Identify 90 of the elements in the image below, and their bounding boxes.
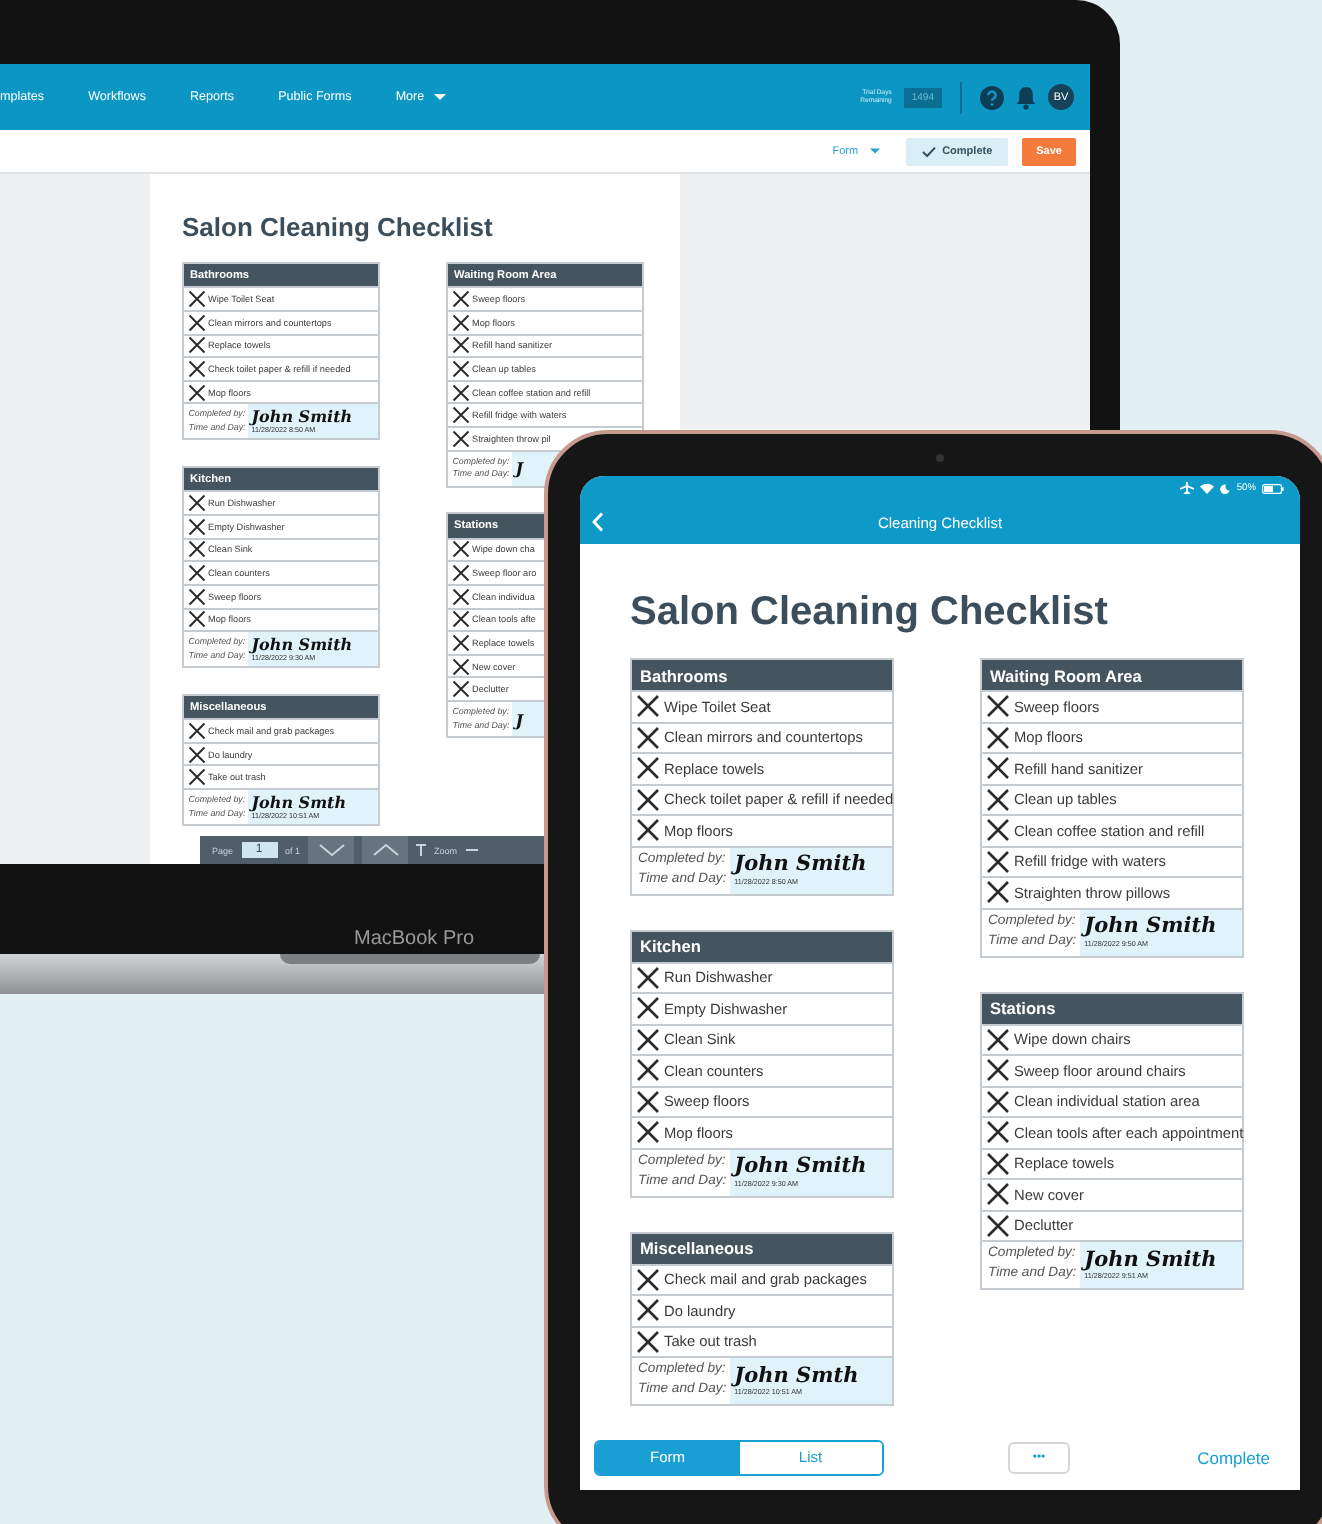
section-header: Waiting Room Area	[982, 660, 1242, 690]
form-title: Salon Cleaning Checklist	[182, 212, 495, 242]
signature: J	[515, 711, 526, 727]
checkbox[interactable]	[986, 1151, 1010, 1176]
next-page-button[interactable]	[308, 836, 355, 864]
checkbox[interactable]	[986, 880, 1010, 905]
checkbox[interactable]	[636, 694, 660, 719]
section-header: Miscellaneous	[632, 1233, 892, 1263]
checkbox[interactable]	[187, 383, 205, 402]
checkbox[interactable]	[451, 657, 469, 676]
checkbox[interactable]	[986, 1058, 1010, 1083]
signature: J	[515, 460, 526, 477]
checkbox[interactable]	[636, 1298, 660, 1323]
checkbox[interactable]	[636, 1120, 660, 1145]
checkbox[interactable]	[636, 756, 660, 781]
checkbox[interactable]	[187, 721, 205, 740]
checkbox[interactable]	[451, 313, 469, 332]
laptop-brand-label: MacBook Pro	[354, 928, 475, 950]
checkbox[interactable]	[451, 383, 469, 402]
checkbox[interactable]	[986, 1027, 1010, 1052]
caret-icon	[434, 94, 447, 100]
checkbox[interactable]	[636, 787, 660, 812]
checkbox[interactable]	[451, 587, 469, 606]
checkbox[interactable]	[451, 540, 469, 559]
checkbox[interactable]	[986, 818, 1010, 843]
signature: John Smth	[734, 1365, 861, 1387]
checkbox[interactable]	[636, 1027, 660, 1052]
checkbox[interactable]	[986, 849, 1010, 874]
moon-icon	[1220, 483, 1231, 493]
section-header: Kitchen	[632, 931, 892, 961]
checkbox[interactable]	[451, 680, 469, 699]
wifi-icon	[1200, 483, 1215, 493]
checkbox[interactable]	[636, 1058, 660, 1083]
checkbox[interactable]	[451, 336, 469, 355]
checkbox[interactable]	[636, 1329, 660, 1354]
help-icon[interactable]	[980, 85, 1004, 109]
checkbox[interactable]	[451, 633, 469, 652]
checkbox[interactable]	[986, 725, 1010, 750]
section-header: Bathrooms	[632, 660, 892, 690]
checkbox[interactable]	[986, 1089, 1010, 1114]
checkbox[interactable]	[636, 996, 660, 1021]
checkbox[interactable]	[636, 1089, 660, 1114]
checkbox[interactable]	[986, 694, 1010, 719]
checkbox[interactable]	[986, 1182, 1010, 1207]
checkbox[interactable]	[187, 564, 205, 583]
checkbox[interactable]	[986, 1120, 1010, 1145]
checkbox[interactable]	[187, 336, 205, 355]
checkbox[interactable]	[187, 359, 205, 378]
check-icon	[922, 145, 937, 157]
signature: John Smith	[734, 854, 869, 876]
checkbox[interactable]	[986, 787, 1010, 812]
checkbox[interactable]	[187, 313, 205, 332]
checkbox[interactable]	[187, 768, 205, 787]
checkbox[interactable]	[451, 610, 469, 629]
chevron-left-icon	[592, 512, 604, 532]
checkbox[interactable]	[451, 290, 469, 309]
signature: John Smith	[1084, 916, 1219, 938]
checkbox[interactable]	[636, 965, 660, 990]
checkbox[interactable]	[187, 290, 205, 309]
battery-icon	[1262, 483, 1284, 493]
airplane-icon	[1180, 482, 1195, 494]
form-title: Salon Cleaning Checklist	[630, 588, 1110, 636]
section-header: Stations	[982, 993, 1242, 1023]
checkbox[interactable]	[451, 429, 469, 448]
checkbox[interactable]	[451, 359, 469, 378]
checkbox[interactable]	[451, 564, 469, 583]
checkbox[interactable]	[451, 406, 469, 425]
previous-page-button[interactable]	[362, 836, 409, 864]
checkbox[interactable]	[187, 494, 205, 513]
checkbox[interactable]	[187, 517, 205, 536]
checkbox[interactable]	[636, 725, 660, 750]
signature: John Smith	[1084, 1249, 1219, 1271]
caret-icon	[870, 148, 881, 154]
checkbox[interactable]	[986, 1213, 1010, 1238]
fit-icon[interactable]	[416, 844, 427, 856]
complete-link[interactable]: Complete	[1197, 1447, 1270, 1467]
checkbox[interactable]	[187, 587, 205, 606]
checkbox[interactable]	[636, 1267, 660, 1292]
checkbox[interactable]	[187, 540, 205, 559]
checkbox[interactable]	[986, 756, 1010, 781]
signature: John Smith	[251, 408, 355, 425]
checkbox[interactable]	[187, 610, 205, 629]
checkbox[interactable]	[636, 818, 660, 843]
signature: John Smth	[251, 793, 349, 810]
signature: John Smith	[734, 1156, 869, 1178]
checkbox[interactable]	[187, 745, 205, 764]
chevron-down-icon	[317, 844, 346, 856]
chevron-up-icon	[371, 844, 400, 856]
bell-icon[interactable]	[1016, 85, 1036, 109]
signature: John Smith	[251, 636, 355, 653]
